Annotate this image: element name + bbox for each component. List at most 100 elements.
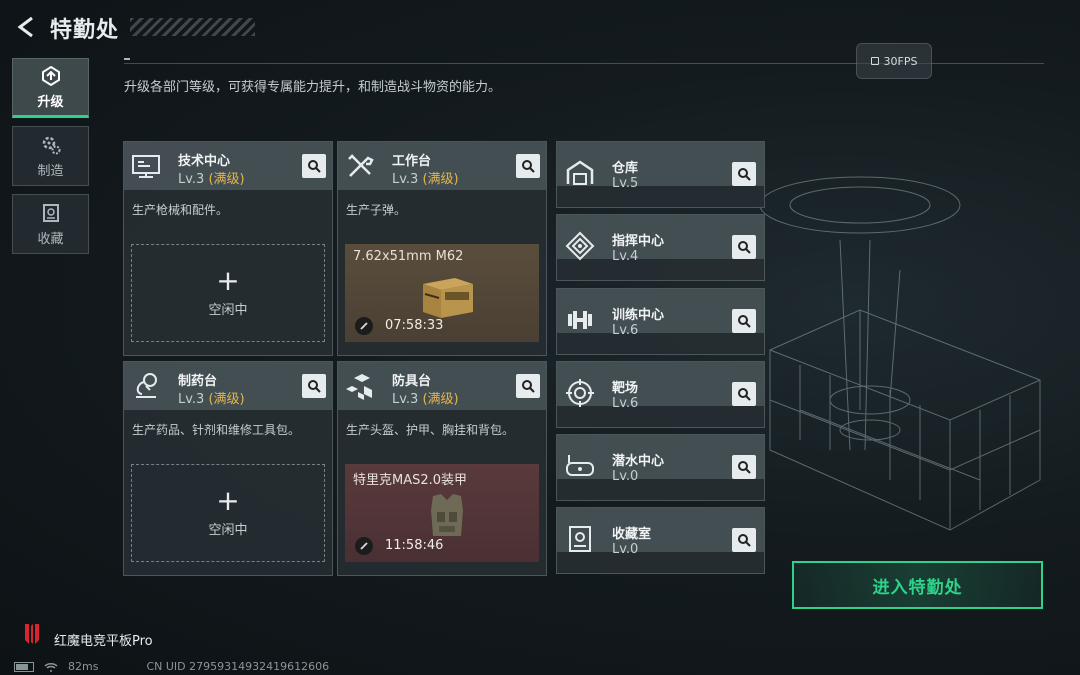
facility-card-training-center[interactable]: 训练中心 Lv.6 (556, 288, 765, 355)
card-description: 生产头盔、护甲、胸挂和背包。 (346, 423, 515, 437)
facility-card-shooting-range[interactable]: 靶场 Lv.6 (556, 361, 765, 428)
card-level: Lv.3 (满级) (178, 168, 245, 187)
production-item-name: 7.62x51mm M62 (353, 249, 464, 264)
card-title: 技术中心 (178, 154, 231, 169)
tab-craft[interactable]: 制造 (12, 126, 89, 186)
monitor-icon (132, 155, 160, 178)
inspect-button[interactable] (302, 154, 326, 178)
fps-badge: 30FPS (856, 43, 932, 79)
search-icon (522, 160, 535, 173)
inspect-button[interactable] (732, 235, 756, 259)
workshop-card-workbench[interactable]: 工作台 Lv.3 (满级) 生产子弹。 7.62x51mm M62 07:58:… (337, 141, 547, 356)
search-icon (738, 534, 751, 547)
tools-icon (348, 154, 374, 177)
search-icon (738, 168, 751, 181)
brand-name: 红魔电竞平板Pro (54, 634, 153, 649)
ping-value: 82ms (68, 660, 99, 673)
diving-mask-icon (566, 455, 594, 476)
inspect-button[interactable] (516, 154, 540, 178)
level-value: Lv.3 (392, 172, 419, 187)
status-bar: 82ms CN UID 27959314932419612606 (14, 660, 329, 673)
level-value: Lv.3 (178, 392, 205, 407)
idle-production-slot[interactable]: + 空闲中 (131, 464, 325, 562)
back-arrow-icon (17, 16, 33, 38)
search-icon (738, 241, 751, 254)
player-uid: CN UID 27959314932419612606 (146, 660, 330, 673)
card-title: 工作台 (392, 154, 432, 169)
production-slot[interactable]: 7.62x51mm M62 07:58:33 (345, 244, 539, 342)
card-level: Lv.3 (满级) (178, 388, 245, 407)
page-description: 升级各部门等级，可获得专属能力提升，和制造战斗物资的能力。 (124, 80, 502, 95)
upgrade-icon (41, 65, 60, 86)
search-icon (522, 380, 535, 393)
workshop-card-armor-bench[interactable]: 防具台 Lv.3 (满级) 生产头盔、护甲、胸挂和背包。 特里克MAS2.0装甲… (337, 361, 547, 576)
dumbbell-icon (568, 311, 592, 329)
level-value: Lv.3 (178, 172, 205, 187)
wrench-icon (355, 317, 373, 335)
search-icon (738, 388, 751, 401)
search-icon (738, 461, 751, 474)
inspect-button[interactable] (732, 162, 756, 186)
collection-room-icon (569, 526, 591, 552)
card-level: Lv.3 (满级) (392, 388, 459, 407)
wrench-icon (355, 537, 373, 555)
inspect-button[interactable] (732, 309, 756, 333)
card-level: Lv.6 (612, 323, 639, 338)
background-building-art (759, 176, 1041, 531)
inspect-button[interactable] (302, 374, 326, 398)
search-icon (738, 315, 751, 328)
divider-mark (124, 58, 130, 60)
facility-card-collection-room[interactable]: 收藏室 Lv.0 (556, 507, 765, 574)
facility-card-warehouse[interactable]: 仓库 Lv.5 (556, 141, 765, 208)
tab-label: 制造 (37, 163, 64, 179)
card-description: 生产药品、针剂和维修工具包。 (132, 423, 301, 437)
plus-icon: + (216, 263, 240, 297)
tab-label: 收藏 (37, 231, 64, 247)
card-title: 训练中心 (612, 308, 665, 323)
plus-icon: + (216, 483, 240, 517)
facility-card-command-center[interactable]: 指挥中心 Lv.4 (556, 214, 765, 281)
wifi-icon (44, 662, 58, 672)
back-button[interactable] (10, 12, 42, 42)
workshop-card-pharmacy[interactable]: 制药台 Lv.3 (满级) 生产药品、针剂和维修工具包。 + 空闲中 (123, 361, 333, 576)
production-slot[interactable]: 特里克MAS2.0装甲 11:58:46 (345, 464, 539, 562)
production-timer: 07:58:33 (385, 318, 444, 333)
title-decoration (130, 18, 255, 36)
card-title: 制药台 (178, 374, 218, 389)
maxed-tag: (满级) (422, 172, 459, 187)
brand-logo (25, 624, 39, 644)
armor-vest-icon (431, 494, 463, 536)
card-level: Lv.0 (612, 542, 639, 557)
command-icon (565, 231, 595, 261)
ammo-box-icon (423, 278, 473, 318)
inspect-button[interactable] (516, 374, 540, 398)
card-title: 靶场 (612, 381, 639, 396)
level-value: Lv.3 (392, 392, 419, 407)
cubes-icon (346, 374, 372, 400)
idle-production-slot[interactable]: + 空闲中 (131, 244, 325, 342)
card-title: 防具台 (392, 374, 432, 389)
card-title: 潜水中心 (612, 454, 665, 469)
inspect-button[interactable] (732, 455, 756, 479)
production-item-name: 特里克MAS2.0装甲 (353, 473, 468, 488)
fps-icon (870, 57, 879, 65)
collection-icon (42, 203, 59, 222)
tab-collection[interactable]: 收藏 (12, 194, 89, 254)
gears-icon (42, 136, 60, 154)
tab-upgrade[interactable]: 升级 (12, 58, 89, 118)
inspect-button[interactable] (732, 382, 756, 406)
workshop-card-tech-center[interactable]: 技术中心 Lv.3 (满级) 生产枪械和配件。 + 空闲中 (123, 141, 333, 356)
facility-card-diving-center[interactable]: 潜水中心 Lv.0 (556, 434, 765, 501)
inspect-button[interactable] (732, 528, 756, 552)
maxed-tag: (满级) (208, 172, 245, 187)
fps-label: 30FPS (883, 54, 918, 68)
card-level: Lv.3 (满级) (392, 168, 459, 187)
enter-special-ops-button[interactable]: 进入特勤处 (792, 561, 1043, 609)
card-level: Lv.0 (612, 469, 639, 484)
target-icon (566, 379, 594, 407)
warehouse-icon (566, 160, 594, 185)
card-description: 生产枪械和配件。 (132, 203, 229, 217)
card-title: 指挥中心 (612, 234, 665, 249)
idle-label: 空闲中 (208, 522, 248, 538)
card-description: 生产子弹。 (346, 203, 407, 217)
